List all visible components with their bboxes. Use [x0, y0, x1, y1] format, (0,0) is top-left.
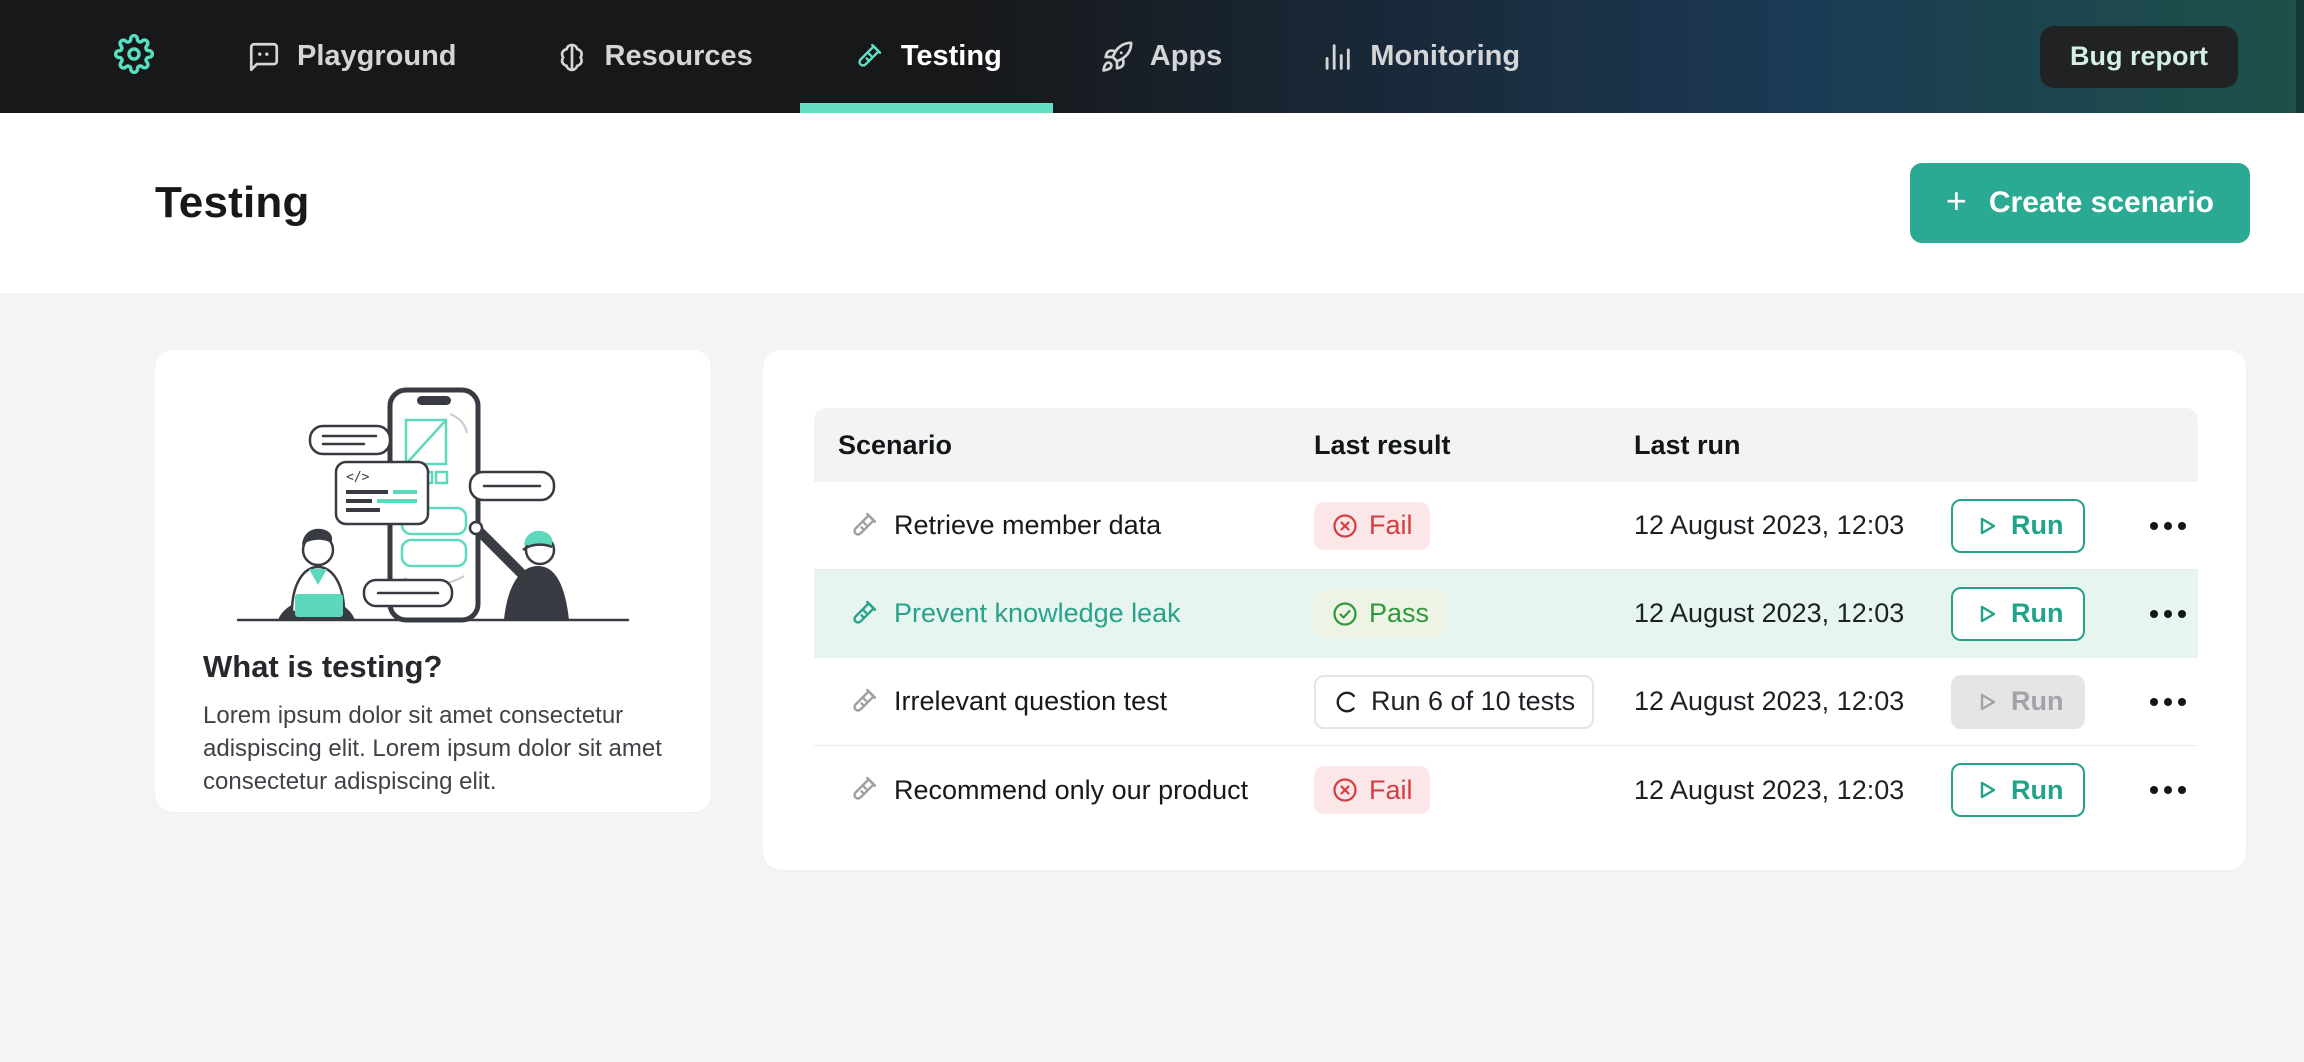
- play-icon: [1973, 601, 1999, 627]
- create-scenario-button[interactable]: + Create scenario: [1910, 163, 2250, 243]
- page-title: Testing: [155, 178, 310, 228]
- last-run-date: 12 August 2023, 12:03: [1634, 598, 1951, 629]
- run-button-disabled[interactable]: Run: [1951, 675, 2085, 729]
- test-tube-icon: [846, 597, 880, 631]
- scenario-row[interactable]: Irrelevant question test Run 6 of 10 tes…: [814, 658, 2198, 746]
- tab-playground[interactable]: Playground: [247, 0, 457, 113]
- status-badge-fail: Fail: [1314, 502, 1430, 550]
- settings-button[interactable]: [113, 36, 155, 78]
- row-menu-button[interactable]: [2144, 776, 2192, 804]
- column-header-last-run: Last run: [1634, 430, 1951, 461]
- run-button[interactable]: Run: [1951, 587, 2085, 641]
- last-run-date: 12 August 2023, 12:03: [1634, 686, 1951, 717]
- scenarios-table: Scenario Last result Last run Retrieve m…: [814, 408, 2198, 834]
- last-run-date: 12 August 2023, 12:03: [1634, 775, 1951, 806]
- info-card: </>: [155, 350, 711, 812]
- scrollbar[interactable]: [2296, 0, 2304, 113]
- last-run-date: 12 August 2023, 12:03: [1634, 510, 1951, 541]
- x-circle-icon: [1331, 512, 1359, 540]
- tab-resources[interactable]: Resources: [555, 0, 753, 113]
- page-header: Testing + Create scenario: [0, 113, 2304, 293]
- page: Playground Resources: [0, 0, 2304, 1062]
- row-menu-button[interactable]: [2144, 512, 2192, 540]
- table-header-row: Scenario Last result Last run: [814, 408, 2198, 482]
- scenario-name: Prevent knowledge leak: [894, 598, 1181, 629]
- brain-icon: [555, 40, 589, 74]
- create-scenario-label: Create scenario: [1989, 186, 2214, 220]
- row-menu-button[interactable]: [2144, 688, 2192, 716]
- spinner-icon: [1333, 688, 1361, 716]
- tab-monitoring[interactable]: Monitoring: [1320, 0, 1520, 113]
- nav-label: Monitoring: [1370, 40, 1520, 73]
- status-badge-fail: Fail: [1314, 766, 1430, 814]
- scenario-name: Retrieve member data: [894, 510, 1161, 541]
- nav-label: Apps: [1150, 40, 1223, 73]
- nav-label: Playground: [297, 40, 457, 73]
- info-card-heading: What is testing?: [203, 649, 663, 685]
- scenarios-table-card: Scenario Last result Last run Retrieve m…: [763, 350, 2246, 870]
- status-badge-pass: Pass: [1314, 590, 1446, 638]
- column-header-scenario: Scenario: [838, 430, 1314, 461]
- gear-icon: [114, 34, 154, 79]
- test-tube-icon: [846, 509, 880, 543]
- scenario-row[interactable]: Retrieve member data Fail 12 August 2023…: [814, 482, 2198, 570]
- run-button[interactable]: Run: [1951, 499, 2085, 553]
- nav-items: Playground Resources: [247, 0, 1520, 113]
- nav-label: Resources: [605, 40, 753, 73]
- testing-illustration: </>: [218, 380, 648, 635]
- check-circle-icon: [1331, 600, 1359, 628]
- play-icon: [1973, 777, 1999, 803]
- play-icon: [1973, 689, 1999, 715]
- tab-testing[interactable]: Testing: [851, 0, 1002, 113]
- main-content: </>: [0, 293, 2304, 870]
- column-header-last-result: Last result: [1314, 430, 1634, 461]
- svg-text:</>: </>: [346, 470, 370, 485]
- scenario-row[interactable]: Recommend only our product Fail 12 Augus…: [814, 746, 2198, 834]
- scenario-name: Recommend only our product: [894, 775, 1248, 806]
- status-badge-running: Run 6 of 10 tests: [1314, 675, 1594, 729]
- tab-apps[interactable]: Apps: [1100, 0, 1223, 113]
- row-menu-button[interactable]: [2144, 600, 2192, 628]
- scenario-row[interactable]: Prevent knowledge leak Pass 12 August 20…: [814, 570, 2198, 658]
- bug-report-button[interactable]: Bug report: [2040, 26, 2238, 88]
- info-card-body: Lorem ipsum dolor sit amet consectetur a…: [203, 699, 663, 798]
- bar-chart-icon: [1320, 40, 1354, 74]
- plus-icon: +: [1946, 183, 1967, 219]
- scenario-name: Irrelevant question test: [894, 686, 1167, 717]
- top-nav: Playground Resources: [0, 0, 2304, 113]
- test-tube-icon: [846, 773, 880, 807]
- nav-label: Testing: [901, 40, 1002, 73]
- test-tube-icon: [851, 40, 885, 74]
- play-icon: [1973, 513, 1999, 539]
- run-button[interactable]: Run: [1951, 763, 2085, 817]
- chat-icon: [247, 40, 281, 74]
- x-circle-icon: [1331, 776, 1359, 804]
- rocket-icon: [1100, 40, 1134, 74]
- test-tube-icon: [846, 685, 880, 719]
